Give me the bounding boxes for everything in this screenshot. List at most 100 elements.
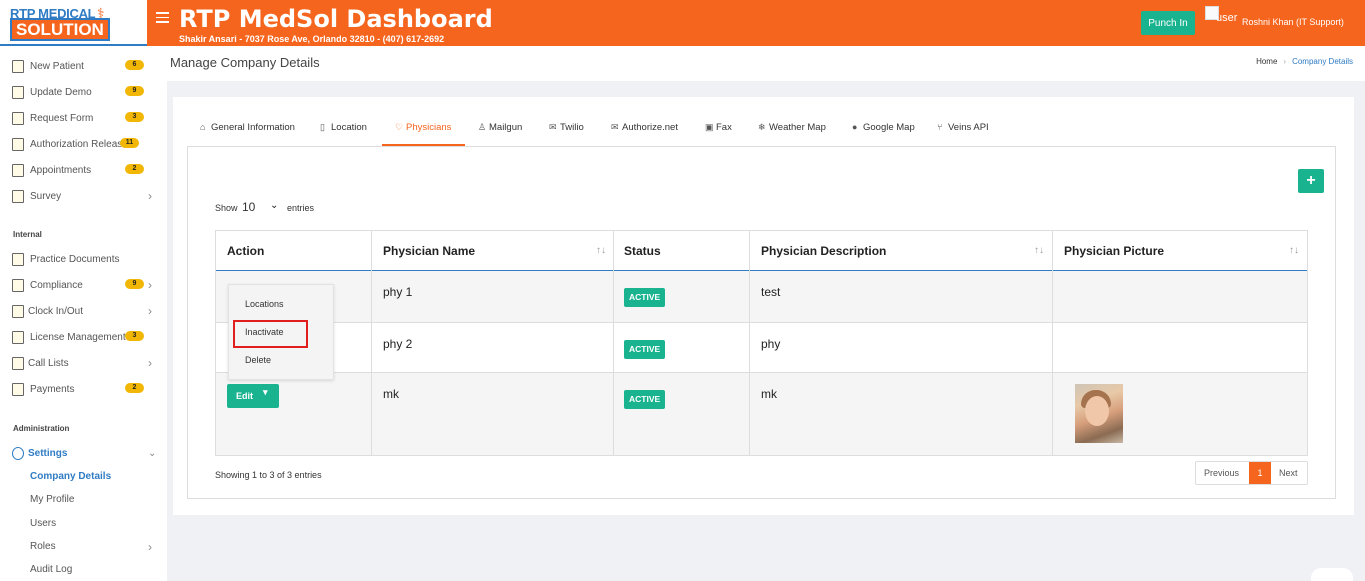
sidebar-item-update-demo[interactable]: Update Demo 9 (0, 83, 167, 103)
physician-name: phy 2 (383, 337, 413, 351)
tab-label: Physicians (406, 122, 452, 133)
sidebar-item-label: Request Form (30, 113, 94, 124)
sidebar-sub-users[interactable]: Users (30, 518, 56, 529)
sidebar-item-clock-in-out[interactable]: Clock In/Out › (0, 302, 167, 322)
tab-label: Google Map (863, 122, 915, 133)
user-avatar-alt-text: user (1216, 12, 1238, 24)
column-header-physician-name[interactable]: Physician Name (383, 244, 475, 258)
auth-icon (12, 138, 24, 151)
payments-icon (12, 383, 24, 396)
sidebar-item-label: Practice Documents (30, 254, 120, 265)
sidebar-item-new-patient[interactable]: New Patient 6 (0, 57, 167, 77)
count-badge: 6 (125, 60, 144, 70)
column-header-status[interactable]: Status (624, 244, 661, 258)
tab-label: Location (331, 122, 367, 133)
tab-bar: ⌂ General Information ▯ Location ♡ Physicia… (187, 110, 1337, 146)
tab-google-map[interactable]: ● Google Map (852, 122, 915, 133)
sort-icon[interactable]: ↑↓ (1289, 245, 1299, 256)
caret-down-icon[interactable]: ▾ (263, 387, 268, 398)
sidebar-item-label: Clock In/Out (28, 306, 84, 317)
status-badge: ACTIVE (624, 390, 666, 409)
home-icon: ⌂ (200, 122, 206, 132)
tab-mailgun[interactable]: ♙ Mailgun (478, 122, 522, 133)
sidebar-sub-company-details[interactable]: Company Details (30, 471, 111, 482)
column-divider (613, 231, 614, 455)
form-icon (12, 112, 24, 125)
menu-item-delete[interactable]: Delete (245, 355, 271, 365)
breadcrumb-current: Company Details (1292, 57, 1353, 66)
sort-icon[interactable]: ↑↓ (1034, 245, 1044, 256)
id-card-icon (12, 86, 24, 99)
envelope-icon: ✉ (611, 122, 619, 132)
add-physician-button[interactable]: + (1298, 169, 1324, 193)
tab-location[interactable]: ▯ Location (320, 122, 367, 133)
sidebar-item-call-lists[interactable]: Call Lists › (0, 354, 167, 374)
sidebar-item-label: Appointments (30, 165, 92, 176)
scroll-to-top-button[interactable] (1311, 568, 1353, 581)
chevron-right-icon: › (148, 356, 152, 370)
physician-name: mk (383, 387, 399, 401)
count-badge: 3 (125, 331, 144, 341)
pagination-page-current[interactable]: 1 (1249, 462, 1271, 484)
tab-fax[interactable]: ▣ Fax (705, 122, 732, 133)
column-header-physician-description[interactable]: Physician Description (761, 244, 886, 258)
tab-authorize-net[interactable]: ✉ Authorize.net (611, 122, 678, 133)
tab-veins-api[interactable]: ⑂ Veins API (937, 122, 989, 133)
pagination-previous[interactable]: Previous (1204, 468, 1239, 478)
sidebar-item-survey[interactable]: Survey › (0, 187, 167, 207)
table-header: Action Physician Name ↑↓ Status Physicia… (216, 231, 1307, 271)
menu-item-locations[interactable]: Locations (245, 299, 284, 309)
sidebar-item-settings[interactable]: Settings ⌄ (0, 444, 167, 464)
sidebar-item-label: Survey (30, 191, 62, 202)
sidebar-item-label: Settings (28, 448, 68, 459)
tab-weather-map[interactable]: ❄ Weather Map (758, 122, 826, 133)
breadcrumb-home[interactable]: Home (1256, 57, 1277, 66)
column-divider (749, 231, 750, 455)
table-row: phy 2 ACTIVE phy (216, 323, 1307, 373)
status-badge: ACTIVE (624, 340, 666, 359)
physician-name: phy 1 (383, 285, 413, 299)
logo[interactable]: RTP MEDICAL ⚕ SOLUTION (0, 0, 147, 46)
sidebar-item-practice-documents[interactable]: Practice Documents (0, 250, 167, 270)
edit-button[interactable]: Edit ▾ (227, 384, 279, 408)
column-header-physician-picture[interactable]: Physician Picture (1064, 244, 1164, 258)
map-icon: ▯ (320, 122, 325, 132)
status-badge: ACTIVE (624, 288, 666, 307)
sidebar-item-label: Compliance (30, 280, 83, 291)
sidebar-item-license-management[interactable]: License Management 3 (0, 328, 167, 348)
user-name[interactable]: Roshni Khan (IT Support) (1242, 17, 1344, 27)
edit-button-label: Edit (236, 391, 253, 401)
tab-physicians[interactable]: ♡ Physicians (395, 122, 451, 133)
pagination-next[interactable]: Next (1279, 468, 1298, 478)
count-badge: 2 (125, 383, 144, 393)
chevron-down-icon[interactable]: ⌄ (270, 200, 278, 211)
page-size-select[interactable]: 10 (242, 200, 255, 214)
breadcrumb-separator-icon: › (1283, 57, 1287, 66)
tab-label: Fax (716, 122, 732, 133)
punch-in-button[interactable]: Punch In (1141, 11, 1195, 35)
tab-general-information[interactable]: ⌂ General Information (200, 122, 295, 133)
page-header: Manage Company Details Home › Company Deta… (167, 46, 1365, 81)
show-label: Show (215, 203, 238, 213)
table-row: phy 1 ACTIVE test (216, 271, 1307, 323)
sidebar-sub-my-profile[interactable]: My Profile (30, 494, 74, 505)
count-badge: 3 (125, 112, 144, 122)
sidebar-sub-roles[interactable]: Roles (30, 541, 56, 552)
sidebar-item-request-form[interactable]: Request Form 3 (0, 109, 167, 129)
sidebar-sub-audit-log[interactable]: Audit Log (30, 564, 72, 575)
picture-face (1085, 396, 1109, 426)
sidebar-item-payments[interactable]: Payments 2 (0, 380, 167, 400)
calendar-icon (12, 164, 24, 177)
tab-twilio[interactable]: ✉ Twilio (549, 122, 584, 133)
sidebar-item-compliance[interactable]: Compliance 9 › (0, 276, 167, 296)
logo-line-2: SOLUTION (10, 18, 110, 41)
practice-address: Shakir Ansari - 7037 Rose Ave, Orlando 3… (179, 34, 445, 44)
sidebar-item-appointments[interactable]: Appointments 2 (0, 161, 167, 181)
document-icon (12, 253, 24, 266)
menu-toggle-icon[interactable] (156, 12, 169, 23)
branch-icon: ⑂ (937, 122, 943, 132)
sort-icon[interactable]: ↑↓ (596, 245, 606, 256)
highlight-box (233, 320, 308, 348)
sidebar-item-authorization-release[interactable]: Authorization Release 11 (0, 135, 167, 155)
call-list-icon (12, 357, 24, 370)
